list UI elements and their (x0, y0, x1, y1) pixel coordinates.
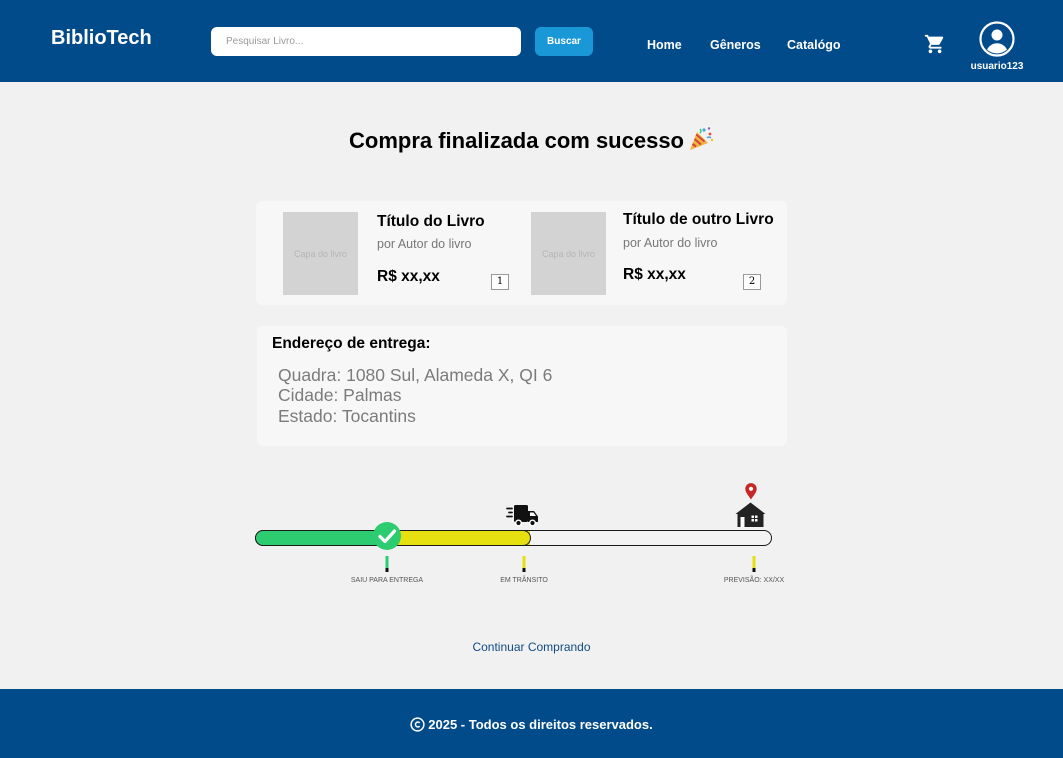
book-quantity: 2 (743, 274, 761, 290)
search-button[interactable]: Buscar (535, 27, 593, 56)
page-title: Compra finalizada com sucesso (0, 126, 1063, 154)
book-price: R$ xx,xx (377, 268, 440, 285)
book-cover[interactable]: Capa do livro (283, 212, 358, 295)
nav-home[interactable]: Home (647, 38, 682, 52)
user-avatar-icon[interactable] (979, 21, 1015, 57)
party-popper-icon (690, 127, 713, 150)
continue-shopping-link: Continuar Comprando (0, 640, 1063, 654)
nav-catalogo[interactable]: Catalógo (787, 38, 840, 52)
logo[interactable]: BiblioTech (51, 27, 152, 50)
stage-label: EM TRÂNSITO (500, 575, 548, 584)
house-icon (735, 502, 766, 527)
search-input[interactable] (211, 27, 521, 56)
continue-shopping-text[interactable]: Continuar Comprando (472, 640, 590, 654)
address-line: Estado: Tocantins (278, 406, 416, 426)
copyright-icon (410, 717, 425, 732)
stage-marker (385, 556, 389, 568)
cart-icon[interactable] (924, 33, 946, 55)
page-title-text: Compra finalizada com sucesso (349, 128, 684, 153)
book-author: por Autor do livro (623, 236, 718, 250)
book-title[interactable]: Título do Livro (377, 213, 485, 231)
username[interactable]: usuario123 (961, 61, 1033, 72)
stage-marker (752, 556, 756, 568)
stage-marker (522, 556, 526, 568)
location-pin-icon (745, 483, 757, 500)
check-icon (373, 522, 401, 550)
book-cover[interactable]: Capa do livro (531, 212, 606, 295)
header: BiblioTech Buscar Home Gêneros Catalógo … (0, 0, 1063, 82)
delivery-truck-icon (506, 505, 538, 527)
book-author: por Autor do livro (377, 237, 472, 251)
book-quantity: 1 (491, 274, 509, 290)
footer-text: 2025 - Todos os direitos reservados. (0, 717, 1063, 732)
book-price: R$ xx,xx (623, 266, 686, 283)
address-line: Cidade: Palmas (278, 385, 402, 405)
book-title[interactable]: Título de outro Livro (623, 211, 774, 229)
tracker-progress-completed (256, 531, 387, 545)
order-items-card: Capa do livro Título do Livro por Autor … (256, 201, 787, 305)
footer: 2025 - Todos os direitos reservados. (0, 689, 1063, 758)
footer-copyright: 2025 - Todos os direitos reservados. (428, 717, 653, 732)
tracker-track (255, 530, 772, 546)
stage-label: SAIU PARA ENTREGA (351, 577, 424, 584)
nav-generos[interactable]: Gêneros (710, 38, 761, 52)
tracker-progress-transit (387, 531, 530, 545)
stage-label: PREVISÃO: XX/XX (724, 575, 785, 584)
address-line: Quadra: 1080 Sul, Alameda X, QI 6 (278, 365, 553, 385)
delivery-address-card: Endereço de entrega: Quadra: 1080 Sul, A… (257, 326, 787, 446)
address-heading: Endereço de entrega: (272, 335, 431, 352)
